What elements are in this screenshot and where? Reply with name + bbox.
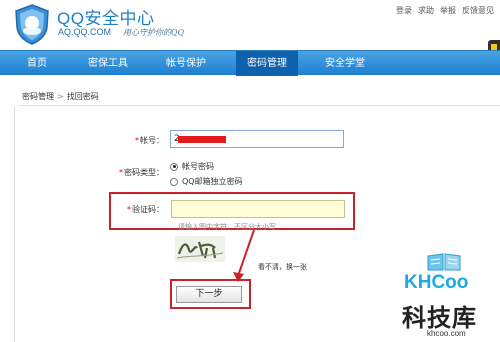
redaction-mark <box>178 136 226 143</box>
radio-label: QQ邮箱独立密码 <box>182 177 243 186</box>
site-domain: AQ.QQ.COM <box>58 27 112 37</box>
nav-security-school[interactable]: 安全学堂 <box>314 51 376 76</box>
login-link[interactable]: 登录 <box>396 5 412 16</box>
watermark-url: khcoo.com <box>427 329 466 338</box>
radio-qqmail-password[interactable]: QQ邮箱独立密码 <box>170 176 243 187</box>
report-link[interactable]: 举报 <box>440 5 456 16</box>
breadcrumb-item-password-management[interactable]: 密码管理 <box>22 92 54 101</box>
radio-button[interactable] <box>170 177 178 186</box>
radio-account-password[interactable]: 帐号密码 <box>170 161 214 172</box>
watermark-brand: KHCoo <box>404 272 469 293</box>
next-step-button[interactable]: 下一步 <box>176 286 242 303</box>
book-icon <box>427 253 461 271</box>
breadcrumb: 密码管理 > 找回密码 <box>18 88 500 106</box>
watermark-chinese: 科技库 <box>402 304 477 332</box>
radio-label: 帐号密码 <box>182 162 214 171</box>
password-type-label: *密码类型： <box>119 168 164 177</box>
captcha-hint: 请输入图中字符，不区分大小写 <box>178 223 276 231</box>
main-nav: 首页 密保工具 帐号保护 密码管理 安全学堂 <box>0 50 500 76</box>
nav-home[interactable]: 首页 <box>12 51 62 76</box>
breadcrumb-separator: > <box>57 92 64 101</box>
required-mark: * <box>135 136 139 145</box>
captcha-glyphs <box>176 241 224 259</box>
required-mark: * <box>127 205 131 214</box>
captcha-image[interactable] <box>175 236 225 262</box>
nav-password-management[interactable]: 密码管理 <box>236 51 298 76</box>
account-label: *帐号： <box>135 136 164 145</box>
top-links: 登录 求助 举报 反馈意见 <box>396 5 494 16</box>
refresh-captcha-link[interactable]: 看不清，换一张 <box>258 262 307 272</box>
captcha-input[interactable] <box>171 200 345 218</box>
site-header: QQ安全中心 AQ.QQ.COM 用心守护你的QQ 登录 求助 举报 反馈意见 <box>0 0 500 50</box>
qq-shield-logo-icon[interactable] <box>12 3 52 45</box>
feedback-link[interactable]: 反馈意见 <box>462 5 494 16</box>
arrow-icon <box>233 229 255 282</box>
nav-security-tools[interactable]: 密保工具 <box>80 51 136 76</box>
help-link[interactable]: 求助 <box>418 5 434 16</box>
nav-account-protection[interactable]: 帐号保护 <box>158 51 214 76</box>
captcha-label: *验证码： <box>127 205 164 214</box>
site-slogan: 用心守护你的QQ <box>123 28 185 37</box>
breadcrumb-item-recover-password: 找回密码 <box>66 92 99 101</box>
radio-button-checked[interactable] <box>170 162 178 171</box>
site-title[interactable]: QQ安全中心 <box>57 4 154 29</box>
required-mark: * <box>119 168 123 177</box>
